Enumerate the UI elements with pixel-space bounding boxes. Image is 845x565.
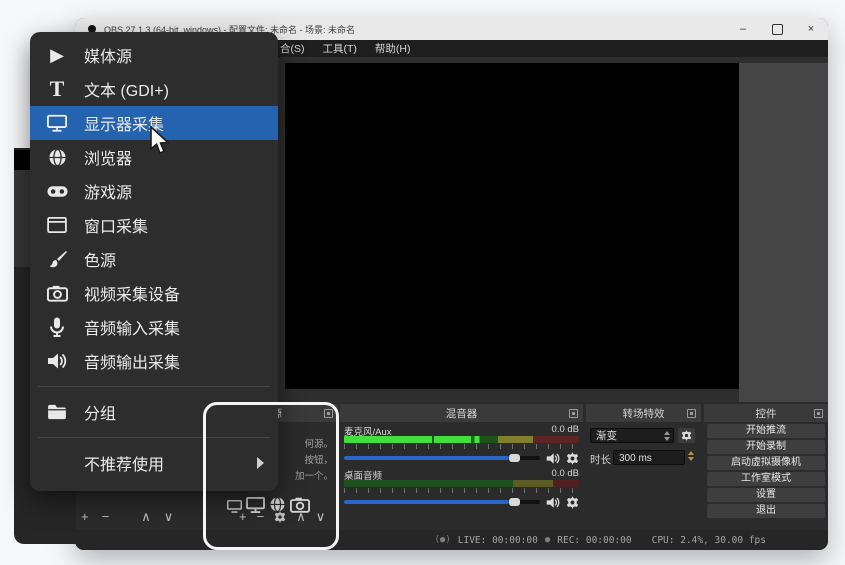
globe-icon [42,148,72,167]
maximize-icon [772,24,783,35]
meter-ticks [344,488,579,493]
studio-mode-button[interactable]: 工作室模式 [707,472,825,486]
start-recording-button[interactable]: 开始录制 [707,440,825,454]
speaker-icon[interactable] [546,452,560,465]
gear-icon[interactable] [566,452,579,465]
live-timer: LIVE: 00:00:00 [458,535,538,546]
folder-icon [42,404,72,420]
menu-item-game-capture[interactable]: 游戏源 [30,174,278,208]
duration-label: 时长 [590,452,611,467]
settings-button[interactable]: 设置 [707,488,825,502]
scene-add-button[interactable]: + [81,510,89,524]
dock-float-icon[interactable] [569,409,578,418]
mixer-dock-title: 混音器 [446,406,478,421]
brush-icon [42,250,72,269]
duration-spinner[interactable] [688,451,694,461]
volume-slider[interactable] [344,456,540,460]
mixer-channel-level: 0.0 dB [552,468,579,480]
speaker-icon [42,352,72,370]
statusbar: (●) LIVE: 00:00:00 ● REC: 00:00:00 CPU: … [75,530,828,550]
meter-ticks [344,444,579,449]
mixer-dock-header: 混音器 [340,404,583,422]
maximize-button[interactable] [760,18,794,40]
annotation-highlight-box [203,402,339,550]
scene-up-button[interactable]: ∧ [141,510,151,524]
transition-properties-button[interactable] [678,428,695,443]
menu-item-text-gdi[interactable]: T 文本 (GDI+) [30,72,278,106]
exit-button[interactable]: 退出 [707,504,825,518]
mouse-cursor [149,126,173,156]
scene-remove-button[interactable]: − [102,510,110,524]
controls-dock-title: 控件 [756,406,777,421]
scene-down-button[interactable]: ∨ [164,510,174,524]
speaker-icon[interactable] [546,496,560,509]
volume-slider-handle[interactable] [509,454,520,462]
transition-select[interactable]: 渐变 [590,428,674,443]
monitor-icon [42,114,72,132]
volume-slider[interactable] [344,500,540,504]
text-icon: T [42,76,72,102]
menu-item-audio-output-capture[interactable]: 音频输出采集 [30,344,278,378]
rec-timer: REC: 00:00:00 [557,535,631,546]
menubar-item-help[interactable]: 帮助(H) [366,41,420,56]
screenshot-stage: OBS 27.1.3 (64-bit, windows) - 配置文件: 未命名… [0,0,845,565]
close-button[interactable]: × [794,18,828,40]
mixer-dock: 混音器 麦克风/Aux 0.0 dB [340,404,583,528]
start-streaming-button[interactable]: 开始推流 [707,424,825,438]
gamepad-icon [42,185,72,198]
duration-input[interactable]: 300 ms [613,450,685,465]
menu-separator [38,386,270,387]
play-icon: ▶ [42,45,72,66]
minimize-button[interactable]: – [726,18,760,40]
preview-margin [739,63,828,402]
menu-item-video-capture-device[interactable]: 视频采集设备 [30,276,278,310]
window-icon [42,217,72,233]
mixer-channel-name: 麦克风/Aux [344,424,392,436]
transitions-dock: 转场特效 渐变 时长 300 ms [586,404,701,528]
live-icon: (●) [434,535,450,545]
menu-item-window-capture[interactable]: 窗口采集 [30,208,278,242]
menubar-item-tools[interactable]: 工具(T) [314,41,366,56]
transitions-dock-title: 转场特效 [623,406,665,421]
mixer-channel-level: 0.0 dB [552,424,579,436]
volume-slider-handle[interactable] [509,498,520,506]
gear-icon[interactable] [566,496,579,509]
controls-dock: 控件 开始推流 开始录制 启动虚拟摄像机 工作室模式 设置 退出 [704,404,828,528]
dock-float-icon[interactable] [814,409,823,418]
start-virtual-camera-button[interactable]: 启动虚拟摄像机 [707,456,825,470]
rec-icon: ● [545,535,550,545]
controls-dock-header: 控件 [704,404,828,422]
menu-item-audio-input-capture[interactable]: 音频输入采集 [30,310,278,344]
gear-icon [681,430,692,441]
mixer-channel-name: 桌面音频 [344,468,382,480]
menu-item-media-source[interactable]: ▶ 媒体源 [30,38,278,72]
microphone-icon [42,317,72,337]
preview-canvas[interactable] [285,63,739,389]
dock-float-icon[interactable] [687,409,696,418]
cpu-fps-status: CPU: 2.4%, 30.00 fps [652,535,766,546]
camera-icon [42,285,72,302]
menu-item-color-source[interactable]: 色源 [30,242,278,276]
combo-arrows-icon [664,431,670,441]
transitions-dock-header: 转场特效 [586,404,701,422]
